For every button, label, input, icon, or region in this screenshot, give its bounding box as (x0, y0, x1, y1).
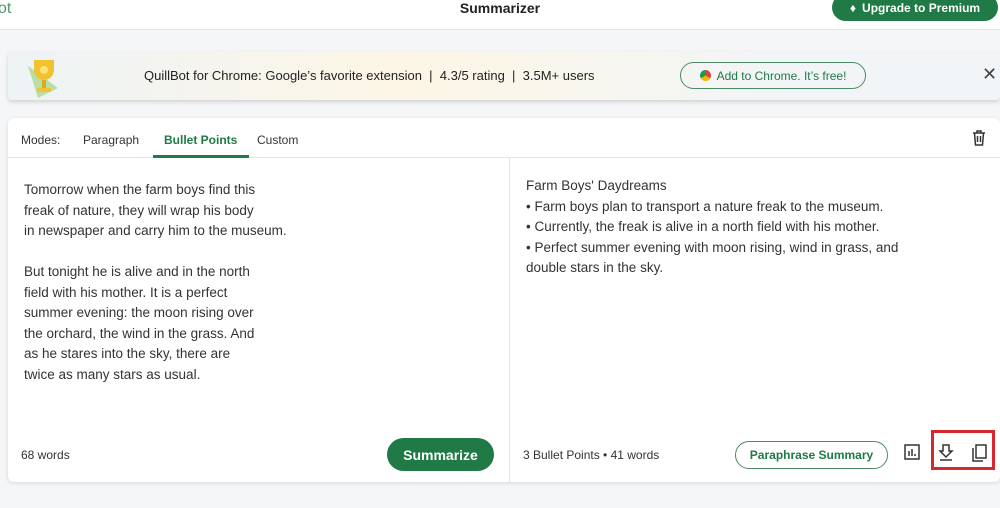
trophy-icon (28, 60, 58, 98)
summary-output: Farm Boys' Daydreams • Farm boys plan to… (526, 176, 936, 279)
summary-title: Farm Boys' Daydreams (526, 178, 667, 193)
upgrade-button[interactable]: ♦ Upgrade to Premium (832, 0, 998, 21)
modes-bar: Modes: Paragraph Bullet Points Custom (8, 118, 1000, 158)
add-to-chrome-button[interactable]: Add to Chrome. It’s free! (680, 62, 866, 89)
tab-bullet-points[interactable]: Bullet Points (164, 133, 237, 147)
promo-banner: QuillBot for Chrome: Google’s favorite e… (8, 52, 1000, 100)
chrome-icon (699, 70, 711, 81)
tab-custom[interactable]: Custom (257, 133, 298, 147)
summarizer-card: Modes: Paragraph Bullet Points Custom To… (8, 118, 1000, 482)
upgrade-label: Upgrade to Premium (862, 0, 981, 15)
summarize-button[interactable]: Summarize (387, 438, 494, 471)
statistics-icon[interactable] (904, 444, 920, 460)
pane-divider (509, 158, 510, 482)
banner-text: QuillBot for Chrome: Google’s favorite e… (144, 68, 595, 83)
summary-bullet: • Farm boys plan to transport a nature f… (526, 198, 884, 214)
summary-stats: 3 Bullet Points • 41 words (523, 448, 660, 462)
trash-icon[interactable] (972, 130, 986, 146)
tab-paragraph[interactable]: Paragraph (83, 133, 139, 147)
diamond-icon: ♦ (849, 0, 857, 15)
top-bar: ot Summarizer ♦ Upgrade to Premium (0, 0, 1000, 30)
input-word-count: 68 words (21, 448, 70, 462)
modes-label: Modes: (21, 133, 61, 147)
close-icon[interactable]: ✕ (982, 64, 997, 85)
summary-bullet: • Currently, the freak is alive in a nor… (526, 219, 880, 234)
summary-bullet: • Perfect summer evening with moon risin… (526, 239, 899, 276)
active-tab-indicator (153, 155, 249, 158)
highlight-box (931, 430, 995, 470)
input-text-area[interactable]: Tomorrow when the farm boys find this fr… (24, 180, 287, 385)
add-to-chrome-label: Add to Chrome. It’s free! (716, 68, 847, 83)
paraphrase-summary-button[interactable]: Paraphrase Summary (735, 441, 888, 469)
